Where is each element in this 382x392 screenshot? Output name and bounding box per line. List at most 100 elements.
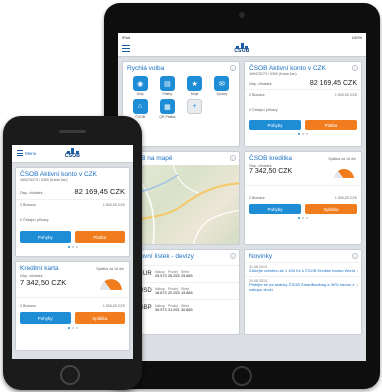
info-icon[interactable]: i [352,65,358,71]
bank-icon: ⌂ [132,99,148,114]
credit-card-card: Kreditní karta Splátka za 18 dní Disp. z… [15,261,130,351]
quick-action-accounts[interactable]: ◉ Účty [128,76,152,96]
repayment-gauge [333,166,355,178]
qr-icon: ▦ [159,99,175,114]
quick-action-add[interactable]: + [183,99,207,119]
info-icon[interactable]: i [230,253,236,259]
news-card: Novinky i 31.08.2013 Získejte odměnu až … [244,249,362,335]
payment-button[interactable]: Platba [305,120,357,130]
news-title: Novinky [249,253,273,260]
quick-action-label: Účty [136,92,144,96]
rate-buy: 30.573 [155,308,167,312]
quick-action-messages[interactable]: ✉ Zprávy [210,76,234,96]
chevron-right-icon: › [356,282,358,289]
blocks-label: 2 Blokace [249,93,265,97]
phone-speaker [59,130,86,133]
account-actions: Pohyby Platba [245,120,361,130]
transactions-button[interactable]: Pohyby [249,204,301,214]
quick-actions-grid: ◉ Účty ▤ Platby ★ Moje ✉ Zprávy ⌂ ČSOB ▦… [123,74,239,121]
account-balance: 82 169,45 CZK [309,80,357,87]
credit-actions: Pohyby Splátka [245,204,361,214]
tablet-device: iPad 100% ČSOB Rychlá volba i ◉ Účty ▤ P… [104,3,380,389]
quick-action-label: Zprávy [216,92,228,96]
balance-label: Disp. zůstatek [20,191,43,195]
favorites-icon: ★ [187,76,203,91]
csob-logo: ČSOB [234,43,249,54]
pending-orders-label: 0 Čekající příkazy [249,108,278,112]
blocks-label: 2 Blokace [249,196,265,200]
blocks-label: 2 Blokace [20,304,36,308]
credit-card-card: ČSOB kreditka Splátka za 18 dní Disp. zů… [244,151,362,245]
transactions-button[interactable]: Pohyby [249,120,301,130]
tablet-home-button[interactable] [232,366,252,386]
pager-dots [16,246,129,248]
quick-action-bank[interactable]: ⌂ ČSOB [128,99,152,119]
pager-dots [245,133,361,135]
quick-action-label: Platby [162,92,173,96]
account-actions: Pohyby Platba [16,231,129,243]
blocks-value: 1 500,00 CZK [334,196,357,200]
phone-device: Menu ČSOB ČSOB Aktivní konto v CZK 16947… [3,116,142,390]
menu-label: Menu [25,151,37,157]
blocks-value: 1 500,00 CZK [102,304,125,308]
csob-logo: ČSOB [65,148,80,159]
accounts-icon: ◉ [132,76,148,91]
blocks-value: 1 500,00 CZK [334,93,357,97]
account-balance: 82 169,45 CZK [74,187,125,196]
quick-action-payments[interactable]: ▤ Platby [155,76,179,96]
quick-action-label: ČSOB [135,115,146,119]
quick-action-favorites[interactable]: ★ Moje [183,76,207,96]
rate-mid: 30.865 [181,308,193,312]
phone-home-button[interactable] [60,365,80,385]
payment-button[interactable]: Platba [74,231,125,243]
status-battery: 100% [351,34,362,40]
tablet-camera [239,12,245,18]
dashboard-grid: Rychlá volba i ◉ Účty ▤ Platby ★ Moje ✉ … [122,61,362,357]
rate-sell: 20.253 [168,291,180,295]
blocks-label: 2 Blokace [20,203,36,207]
rate-mid: 19.865 [181,291,193,295]
info-icon[interactable]: i [230,155,236,161]
due-label: Splátka za 18 dní [96,267,124,271]
plus-icon: + [187,99,203,114]
quick-actions-title: Rychlá volba [127,65,165,72]
quick-action-qr[interactable]: ▦ QR Platba [155,99,179,119]
blocks-value: 1 500,00 CZK [102,203,125,207]
logo-text: ČSOB [234,48,250,54]
transactions-button[interactable]: Pohyby [20,312,71,324]
rate-sell: 31.091 [168,308,180,312]
account-card: ČSOB Aktivní konto v CZK i 169476273 / 0… [244,61,362,147]
pending-orders-label: 0 Čekající příkazy [20,218,49,222]
credit-actions: Pohyby Splátka [16,312,129,324]
chevron-right-icon: › [356,269,358,275]
menu-icon [17,150,23,158]
payments-icon: ▤ [159,76,175,91]
news-text: Získejte odměnu až 1 400 Kč s ČSOB Kredi… [249,268,355,273]
rate-sell: 26.253 [168,274,180,278]
status-carrier: iPad [122,34,131,40]
repayment-button[interactable]: Splátka [305,204,357,214]
due-label: Splátka za 18 dní [328,157,356,161]
menu-button[interactable]: Menu [17,150,36,158]
info-icon[interactable]: i [230,65,236,71]
transactions-button[interactable]: Pohyby [20,231,71,243]
menu-icon[interactable] [122,45,130,53]
rate-mid: 25.865 [181,274,193,278]
info-icon[interactable]: i [352,253,358,259]
messages-icon: ✉ [214,76,230,91]
balance-label: Disp. zůstatek [249,82,272,86]
phone-app-bar: Menu ČSOB [12,145,133,163]
repayment-button[interactable]: Splátka [74,312,125,324]
news-item[interactable]: 24.08.2013 Přidejte se na stránky ČSOB S… [245,275,361,295]
repayment-gauge [99,277,123,290]
rate-buy: 25.573 [155,274,167,278]
tablet-screen: iPad 100% ČSOB Rychlá volba i ◉ Účty ▤ P… [118,33,366,361]
pager-dots [16,327,129,329]
pager-dots [245,217,361,219]
phone-screen: Menu ČSOB ČSOB Aktivní konto v CZK 16947… [12,145,133,359]
quick-action-label: Moje [190,92,199,96]
tablet-app-bar: ČSOB [118,41,366,57]
news-item[interactable]: 31.08.2013 Získejte odměnu až 1 400 Kč s… [245,262,361,276]
account-card: ČSOB Aktivní konto v CZK 169476273 / 030… [15,167,130,257]
quick-action-label: QR Platba [159,115,176,119]
